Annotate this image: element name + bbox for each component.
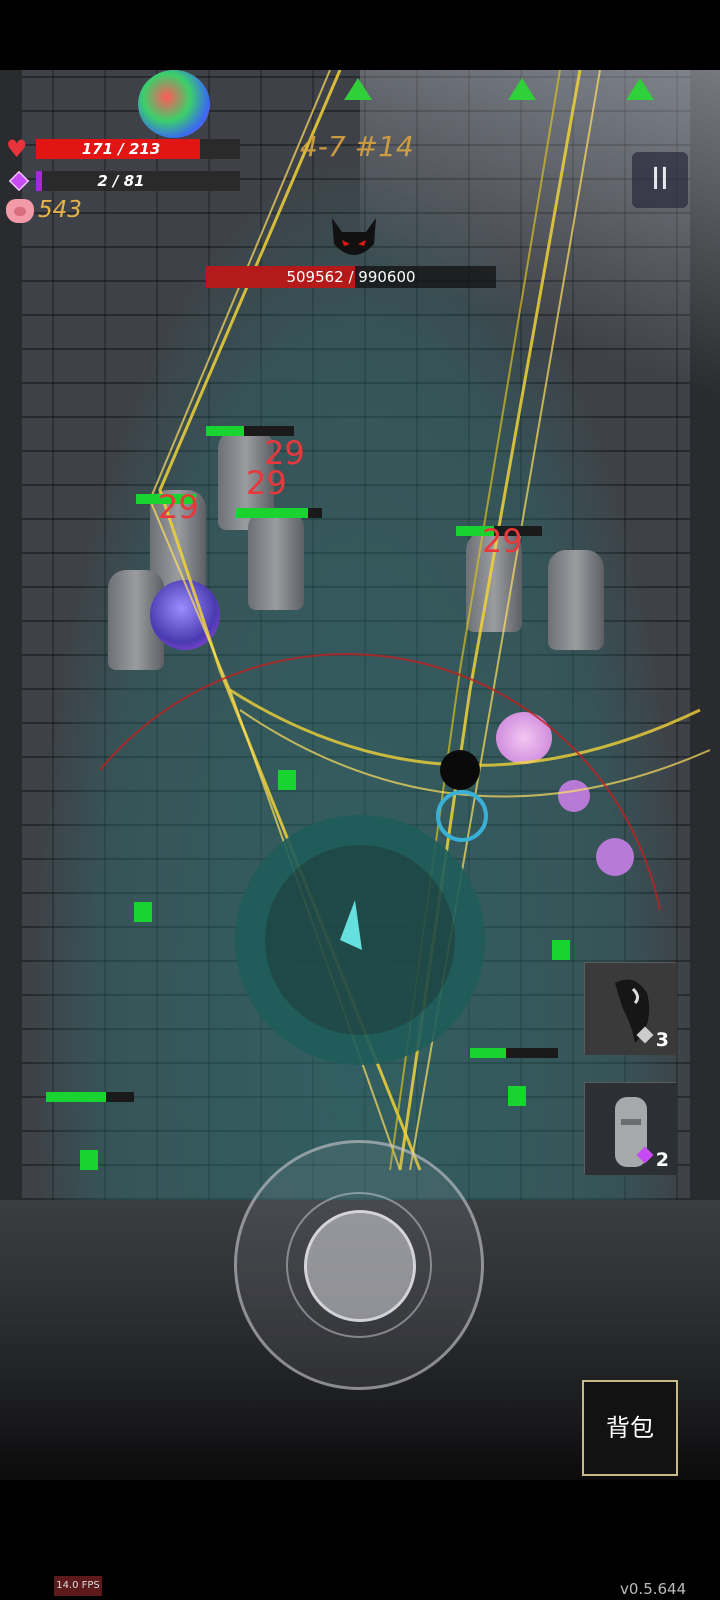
version-label: v0.5.644	[620, 1580, 687, 1598]
heart-icon: ♥	[6, 135, 28, 163]
fps-counter: 14.0 FPS	[54, 1576, 102, 1596]
hp-bar: ♥ 171 / 213	[6, 137, 246, 161]
boss-demon-icon	[332, 218, 376, 255]
skill-slot-2[interactable]: 2	[584, 1082, 677, 1175]
turret-minion	[552, 940, 570, 960]
coin-count: 543	[38, 197, 82, 223]
slot-count: 2	[655, 1149, 669, 1171]
turret-minion	[278, 770, 296, 790]
turret-minion	[80, 1150, 98, 1170]
coin-counter: 543	[6, 197, 126, 223]
pig-icon	[6, 199, 34, 223]
skill-slot-1[interactable]: 3	[584, 962, 677, 1055]
damage-number: 29	[482, 522, 523, 560]
turret-minion	[508, 1086, 526, 1106]
mana-bar: 2 / 81	[6, 169, 246, 193]
gem-icon	[8, 170, 30, 192]
slot-count: 3	[655, 1029, 669, 1051]
joystick-knob[interactable]	[304, 1210, 416, 1322]
level-indicator: 4-7 #14	[300, 130, 414, 163]
hp-text: 171 / 213	[81, 140, 161, 158]
turret-minion	[134, 902, 152, 922]
mp-text: 2 / 81	[97, 172, 145, 190]
enemy-health-bar	[470, 1048, 558, 1058]
enemy-health-bar	[236, 508, 322, 518]
damage-number: 29	[158, 488, 199, 526]
boss-hp-text: 509562 / 990600	[286, 268, 416, 286]
bag-button[interactable]: 背包	[582, 1380, 678, 1476]
damage-number: 29	[246, 464, 287, 502]
enemy-health-bar	[46, 1092, 134, 1102]
pause-button[interactable]: II	[632, 152, 688, 208]
